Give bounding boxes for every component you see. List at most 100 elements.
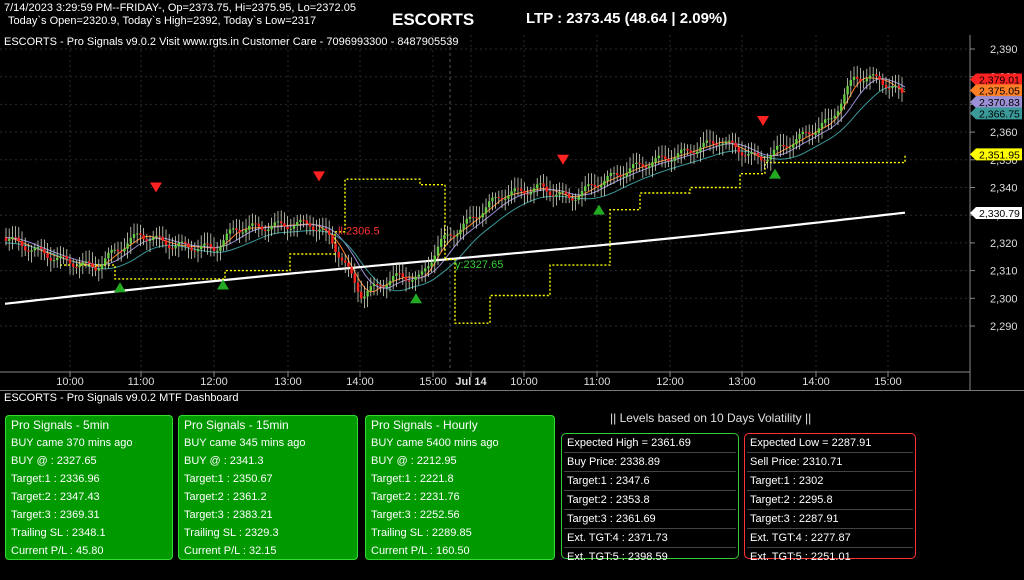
level-row: Target:1 : 2302 bbox=[747, 472, 913, 491]
candle-body bbox=[340, 257, 344, 261]
candle-body bbox=[280, 221, 283, 224]
card-row: Current P/L : 45.80 bbox=[11, 545, 104, 557]
candle-body bbox=[180, 241, 184, 243]
x-tick-label: 13:00 bbox=[728, 376, 756, 388]
candle-body bbox=[331, 234, 334, 244]
candle-body bbox=[632, 164, 635, 169]
candle-body bbox=[488, 201, 491, 208]
candle-body bbox=[420, 271, 424, 275]
candle-body bbox=[222, 240, 225, 247]
candle-body bbox=[763, 160, 766, 162]
candle-body bbox=[270, 225, 273, 230]
candle-body bbox=[363, 296, 366, 299]
candle-body bbox=[158, 235, 161, 237]
candle-body bbox=[30, 250, 33, 252]
candle-body bbox=[676, 153, 680, 158]
candle-body bbox=[187, 243, 190, 248]
candle-body bbox=[484, 207, 488, 214]
candle-body bbox=[315, 230, 318, 232]
candle-body bbox=[209, 244, 212, 248]
card-row: Target:2 : 2361.2 bbox=[184, 491, 267, 503]
candle-body bbox=[548, 191, 552, 196]
candle-body bbox=[177, 242, 180, 247]
candle-body bbox=[75, 266, 78, 268]
levels-card-high: Expected High = 2361.69 Buy Price: 2338.… bbox=[561, 433, 739, 563]
price-badge-label: 2,351.95 bbox=[979, 149, 1020, 161]
candle-body bbox=[376, 284, 379, 286]
x-tick-label: 14:00 bbox=[346, 376, 374, 388]
candle-body bbox=[43, 249, 46, 254]
x-tick-label: 12:00 bbox=[200, 376, 228, 388]
candle-body bbox=[795, 138, 798, 145]
price-badge-label: 2,375.05 bbox=[979, 85, 1020, 97]
candle-body bbox=[81, 262, 84, 266]
candle-body bbox=[513, 188, 516, 192]
candle-body bbox=[603, 180, 606, 186]
candle-body bbox=[344, 260, 347, 263]
candle-body bbox=[414, 276, 417, 281]
candle-body bbox=[238, 230, 241, 233]
x-tick-label: 10:00 bbox=[510, 376, 538, 388]
candle-body bbox=[689, 150, 692, 154]
candle-body bbox=[161, 236, 164, 241]
candle-body bbox=[139, 233, 142, 236]
candle-body bbox=[155, 235, 158, 238]
candle-body bbox=[337, 251, 340, 258]
price-chart[interactable]: ESCORTS - Pro Signals v9.0.2 Visit www.r… bbox=[0, 35, 1024, 390]
candle-body bbox=[536, 184, 539, 189]
candle-body bbox=[257, 223, 260, 227]
card-row: BUY @ : 2327.65 bbox=[11, 455, 97, 467]
candle-body bbox=[4, 237, 8, 241]
candle-body bbox=[241, 232, 244, 234]
candle-body bbox=[78, 265, 81, 268]
chart-header: 7/14/2023 3:29:59 PM--FRIDAY-, Op=2373.7… bbox=[0, 0, 1024, 36]
candle-body bbox=[884, 84, 888, 88]
dashboard-title: ESCORTS - Pro Signals v9.0.2 MTF Dashboa… bbox=[4, 392, 239, 404]
candle-body bbox=[737, 147, 740, 153]
candle-body bbox=[260, 226, 264, 230]
candle-body bbox=[481, 213, 484, 218]
candle-body bbox=[462, 223, 465, 230]
candle-body bbox=[849, 79, 852, 86]
candle-body bbox=[200, 245, 203, 250]
level-row: Target:1 : 2347.6 bbox=[564, 472, 736, 491]
x-tick-label: 13:00 bbox=[274, 376, 302, 388]
candle-body bbox=[622, 176, 625, 178]
candle-body bbox=[571, 198, 574, 201]
candle-body bbox=[529, 192, 532, 195]
candle-body bbox=[324, 228, 328, 231]
candle-body bbox=[206, 243, 209, 245]
candle-body bbox=[232, 228, 235, 230]
candle-body bbox=[36, 247, 40, 249]
candle-body bbox=[753, 152, 756, 154]
candle-body bbox=[699, 147, 702, 152]
candle-body bbox=[107, 252, 110, 259]
candle-body bbox=[520, 188, 523, 191]
levels-card-low: Expected Low = 2287.91 Sell Price: 2310.… bbox=[744, 433, 916, 563]
candle-body bbox=[110, 249, 113, 253]
candle-body bbox=[808, 132, 811, 135]
candle-body bbox=[142, 235, 145, 240]
candle-body bbox=[830, 118, 833, 120]
level-row: Ext. TGT:4 : 2277.87 bbox=[747, 529, 913, 548]
candle-body bbox=[436, 246, 440, 256]
candle-body bbox=[657, 155, 660, 159]
candle-body bbox=[865, 78, 868, 82]
candle-body bbox=[152, 237, 155, 241]
candle-body bbox=[120, 251, 123, 253]
x-tick-label: 10:00 bbox=[56, 376, 84, 388]
candle-body bbox=[385, 285, 388, 288]
candle-body bbox=[705, 140, 708, 143]
y-tick-label: 2,320 bbox=[990, 238, 1018, 250]
level-row: Target:3 : 2287.91 bbox=[747, 510, 913, 529]
candle-body bbox=[600, 185, 603, 188]
level-row: Target:2 : 2353.8 bbox=[564, 491, 736, 510]
candle-body bbox=[740, 152, 744, 156]
candle-body bbox=[817, 128, 820, 133]
candle-body bbox=[644, 166, 648, 169]
candle-body bbox=[804, 131, 808, 133]
candle-body bbox=[638, 162, 641, 165]
candle-body bbox=[894, 85, 897, 87]
candle-body bbox=[472, 216, 475, 218]
candle-body bbox=[478, 217, 481, 219]
